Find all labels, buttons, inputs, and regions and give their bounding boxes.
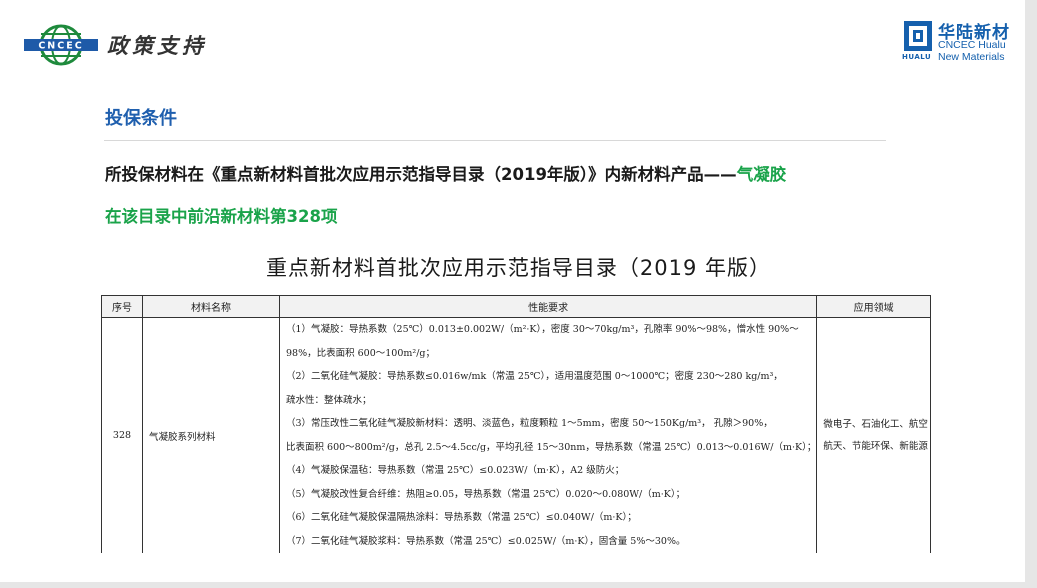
requirement-line: （4）气凝胶保温毡：导热系数（常温 25℃）≤0.023W/（m·K），A2 级…	[286, 465, 625, 476]
brand-en-line1: CNCEC Hualu	[938, 39, 1006, 51]
header-requirements: 性能要求	[278, 295, 818, 318]
cell-requirements: （1）气凝胶：导热系数（25℃）0.013±0.002W/（m²·K），密度 3…	[278, 317, 818, 553]
cell-name: 气凝胶系列材料	[142, 317, 280, 553]
brand-sub: HUALU	[902, 53, 932, 61]
requirement-line: （1）气凝胶：导热系数（25℃）0.013±0.002W/（m²·K），密度 3…	[286, 324, 799, 335]
policy-title: 政策支持	[107, 33, 207, 58]
statement-highlight: 气凝胶	[736, 165, 787, 184]
brand-en-line2: New Materials	[938, 51, 1005, 63]
slide-shadow-bottom	[0, 582, 1037, 588]
requirement-line: 疏水性：整体疏水；	[286, 394, 372, 406]
requirement-line: （7）二氧化硅气凝胶浆料：导热系数（常温 25℃）≤0.025W/（m·K），固…	[286, 535, 686, 547]
slide: CNCEC 政策支持 HUALU 华陆新材 CNCEC Hualu New Ma…	[0, 0, 1025, 582]
requirement-line: 比表面积 600～800m²/g，总孔 2.5～4.5cc/g，平均孔径 15～…	[286, 441, 817, 453]
slide-shadow-right	[1025, 0, 1037, 588]
requirement-line: （3）常压改性二氧化硅气凝胶新材料：透明、淡蓝色，粒度颗粒 1～5mm，密度 5…	[286, 418, 773, 429]
cell-application: 微电子、石油化工、航空航天、节能环保、新能源	[816, 317, 931, 553]
requirement-line: （2）二氧化硅气凝胶：导热系数≤0.016w/mk（常温 25℃），适用温度范围…	[286, 371, 783, 382]
table-row: 328 气凝胶系列材料 （1）气凝胶：导热系数（25℃）0.013±0.002W…	[101, 317, 931, 553]
requirement-line: 98%，比表面积 600～100m²/g；	[286, 347, 435, 359]
header-no: 序号	[101, 295, 143, 318]
header-application: 应用领域	[816, 295, 931, 318]
statement-main: 所投保材料在《重点新材料首批次应用示范指导目录（2019年版）》内新材料产品——	[105, 165, 737, 184]
requirement-line: （6）二氧化硅气凝胶保温隔热涂料：导热系数（常温 25℃）≤0.040W/（m·…	[286, 512, 637, 523]
catalog-table: 序号 材料名称 性能要求 应用领域 328 气凝胶系列材料 （1）气凝胶：导热系…	[101, 295, 931, 553]
cell-no: 328	[101, 317, 143, 553]
section-title: 投保条件	[105, 108, 177, 129]
logo-text: CNCEC	[38, 41, 83, 52]
table-header-row: 序号 材料名称 性能要求 应用领域	[101, 295, 931, 318]
statement-line2: 在该目录中前沿新材料第328项	[105, 207, 338, 226]
statement-line1: 所投保材料在《重点新材料首批次应用示范指导目录（2019年版）》内新材料产品——…	[105, 161, 786, 185]
cncec-globe-logo-icon: CNCEC	[24, 24, 98, 66]
requirement-line: （5）气凝胶改性复合纤维：热阻≥0.05，导热系数（常温 25℃）0.020～0…	[286, 488, 686, 500]
divider	[104, 140, 886, 141]
hualu-logo-icon	[904, 21, 932, 51]
header-name: 材料名称	[142, 295, 280, 318]
catalog-title: 重点新材料首批次应用示范指导目录（2019 年版）	[265, 256, 772, 280]
